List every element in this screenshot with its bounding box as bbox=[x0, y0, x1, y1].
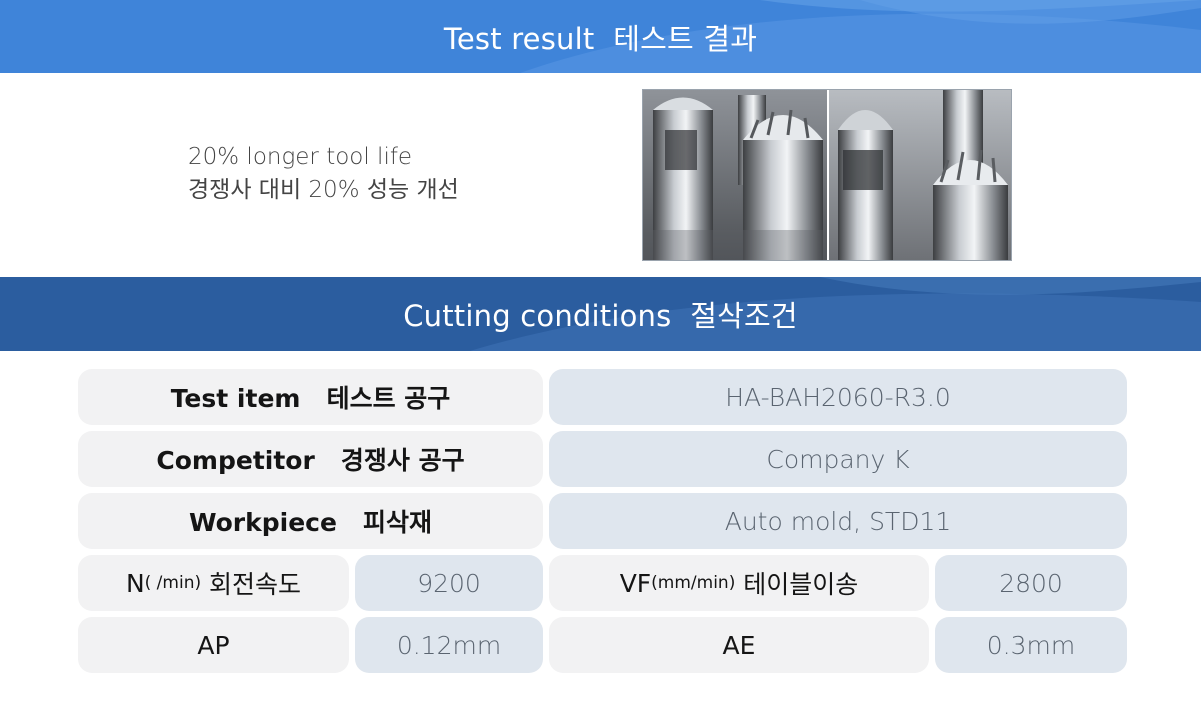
spindle-speed-symbol: N bbox=[125, 568, 145, 598]
test-item-value: HA-BAH2060-R3.0 bbox=[549, 369, 1127, 425]
ae-label: AE bbox=[549, 617, 929, 673]
workpiece-value: Auto mold, STD11 bbox=[549, 493, 1127, 549]
spindle-speed-label: N( /min) 회전속도 bbox=[78, 555, 349, 611]
tool-photo-image bbox=[643, 90, 1011, 260]
summary-line-kr: 경쟁사 대비 20% 성능 개선 bbox=[188, 177, 459, 203]
competitor-value: Company K bbox=[549, 431, 1127, 487]
result-summary: 20% longer tool life 경쟁사 대비 20% 성능 개선 bbox=[188, 141, 459, 207]
ae-value: 0.3mm bbox=[935, 617, 1127, 673]
feed-rate-kr: 테이블이송 bbox=[735, 570, 859, 599]
competitor-label: Competitor 경쟁사 공구 bbox=[78, 431, 543, 487]
test-result-title: Test result 테스트 결과 bbox=[443, 21, 758, 56]
test-result-banner: Test result 테스트 결과 bbox=[0, 0, 1201, 73]
tool-comparison-photo bbox=[642, 89, 1012, 261]
workpiece-label: Workpiece 피삭재 bbox=[78, 493, 543, 549]
ap-value: 0.12mm bbox=[355, 617, 543, 673]
spindle-speed-value: 9200 bbox=[355, 555, 543, 611]
feed-rate-unit: (mm/min) bbox=[651, 573, 736, 593]
summary-line-en: 20% longer tool life bbox=[188, 144, 413, 170]
ap-label: AP bbox=[78, 617, 349, 673]
feed-rate-value: 2800 bbox=[935, 555, 1127, 611]
spindle-speed-unit: ( /min) bbox=[144, 573, 202, 593]
cutting-conditions-title: Cutting conditions 절삭조건 bbox=[403, 299, 798, 333]
test-item-label: Test item 테스트 공구 bbox=[78, 369, 543, 425]
cutting-conditions-banner: Cutting conditions 절삭조건 bbox=[0, 277, 1201, 351]
feed-rate-symbol: VF bbox=[619, 568, 652, 598]
spindle-speed-kr: 회전속도 bbox=[201, 570, 302, 599]
feed-rate-label: VF (mm/min) 테이블이송 bbox=[549, 555, 929, 611]
